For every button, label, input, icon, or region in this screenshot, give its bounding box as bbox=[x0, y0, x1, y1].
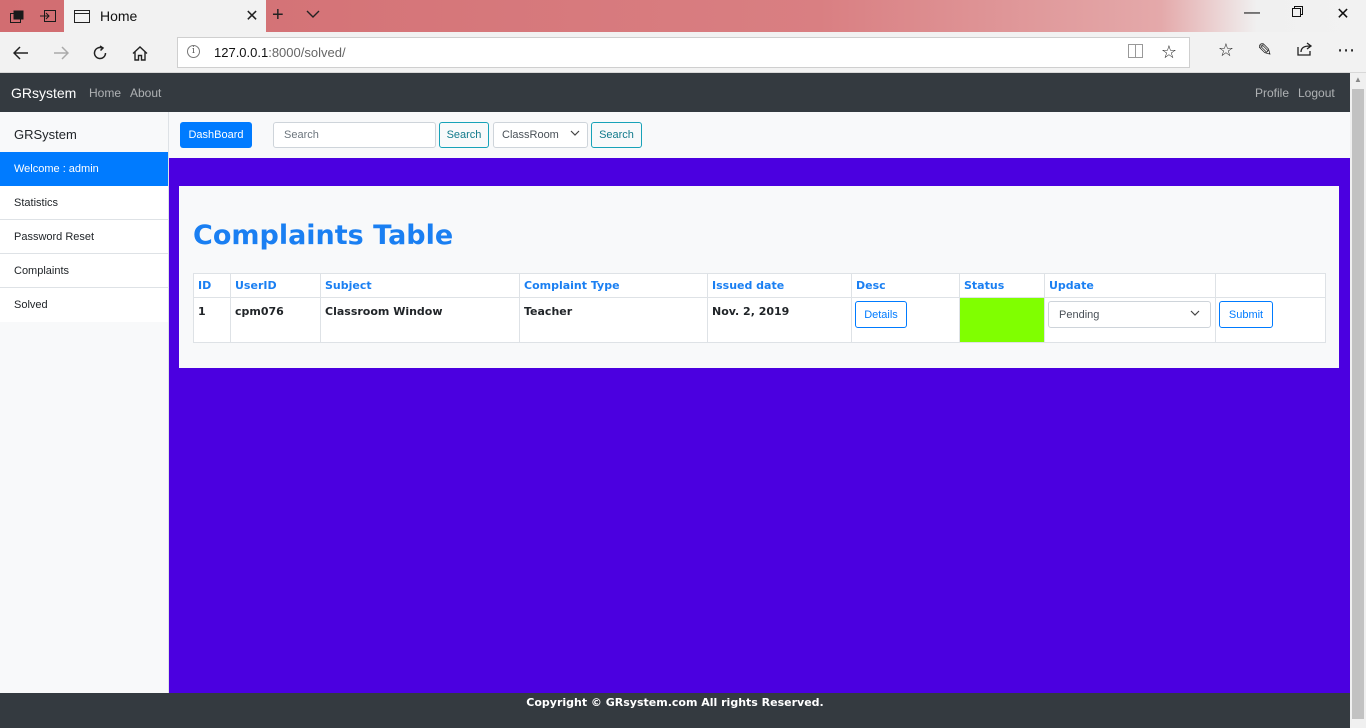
sidebar-item-solved[interactable]: Solved bbox=[0, 288, 168, 322]
restore-icon[interactable] bbox=[1274, 4, 1320, 22]
show-tabs-icon[interactable] bbox=[37, 6, 59, 26]
top-navbar: GRsystem Home About Profile Logout bbox=[0, 73, 1350, 112]
nav-link-about[interactable]: About bbox=[130, 86, 161, 100]
cell-update: Pending bbox=[1044, 297, 1216, 343]
filter-value: ClassRoom bbox=[502, 129, 559, 141]
chevron-down-icon[interactable] bbox=[306, 6, 320, 22]
complaints-table: ID UserID Subject Complaint Type Issued … bbox=[193, 273, 1326, 343]
favorite-star-icon[interactable]: ☆ bbox=[1161, 42, 1177, 63]
close-tab-icon[interactable]: ✕ bbox=[238, 6, 266, 26]
page-icon bbox=[74, 9, 90, 23]
column-header-issued-date: Issued date bbox=[707, 273, 852, 298]
forward-arrow-icon[interactable] bbox=[46, 40, 76, 66]
copyright-text: Copyright © GRsystem.com All rights Rese… bbox=[526, 696, 824, 709]
tab-set-aside-icon[interactable] bbox=[6, 6, 28, 26]
site-info-icon[interactable]: i bbox=[187, 45, 200, 58]
column-header-update: Update bbox=[1044, 273, 1216, 298]
scroll-thumb[interactable] bbox=[1352, 89, 1364, 719]
browser-toolbar: i 127.0.0.1:8000/solved/ ☆ ☆ ✎ ⋯ bbox=[0, 32, 1366, 73]
column-header-status: Status bbox=[959, 273, 1045, 298]
address-bar[interactable]: i 127.0.0.1:8000/solved/ ☆ bbox=[177, 37, 1190, 68]
table-header-row: ID UserID Subject Complaint Type Issued … bbox=[193, 273, 1326, 298]
tab-home[interactable]: Home ✕ bbox=[64, 0, 266, 32]
column-header-userid: UserID bbox=[230, 273, 321, 298]
cell-desc: Details bbox=[851, 297, 960, 343]
dashboard-button[interactable]: DashBoard bbox=[180, 122, 252, 148]
search-button[interactable]: Search bbox=[439, 122, 489, 148]
column-header-subject: Subject bbox=[320, 273, 520, 298]
refresh-icon[interactable] bbox=[85, 40, 115, 66]
status-indicator bbox=[959, 297, 1045, 343]
close-window-icon[interactable]: ✕ bbox=[1320, 4, 1366, 24]
address-url: 127.0.0.1:8000/solved/ bbox=[214, 45, 346, 60]
nav-link-logout[interactable]: Logout bbox=[1298, 86, 1335, 100]
search-input[interactable] bbox=[273, 122, 436, 148]
home-icon[interactable] bbox=[125, 40, 155, 66]
minimize-icon[interactable]: — bbox=[1229, 4, 1275, 22]
page-scrollbar[interactable]: ▲ bbox=[1350, 73, 1366, 728]
cell-subject: Classroom Window bbox=[320, 297, 520, 343]
column-header-desc: Desc bbox=[851, 273, 960, 298]
sidebar-heading: GRSystem bbox=[14, 127, 77, 142]
reading-view-icon[interactable] bbox=[1128, 44, 1143, 61]
chevron-down-icon bbox=[570, 127, 580, 139]
sidebar-item-complaints[interactable]: Complaints bbox=[0, 254, 168, 288]
sidebar: GRSystem Welcome : admin Statistics Pass… bbox=[0, 112, 169, 693]
main-content: Complaints Table ID UserID Subject Compl… bbox=[169, 158, 1350, 693]
filter-search-button[interactable]: Search bbox=[591, 122, 642, 148]
brand-logo[interactable]: GRsystem bbox=[11, 85, 76, 101]
submit-button[interactable]: Submit bbox=[1219, 301, 1273, 328]
column-header-action bbox=[1215, 273, 1326, 298]
column-header-id: ID bbox=[193, 273, 231, 298]
back-arrow-icon[interactable] bbox=[6, 40, 36, 66]
page-toolbar: DashBoard Search ClassRoom Search bbox=[169, 112, 1350, 158]
table-row: 1 cpm076 Classroom Window Teacher Nov. 2… bbox=[193, 297, 1326, 343]
complaints-card: Complaints Table ID UserID Subject Compl… bbox=[179, 186, 1339, 368]
sidebar-item-password-reset[interactable]: Password Reset bbox=[0, 220, 168, 254]
tab-title: Home bbox=[100, 8, 138, 24]
page-title: Complaints Table bbox=[193, 220, 454, 251]
cell-action: Submit bbox=[1215, 297, 1326, 343]
favorites-icon[interactable]: ☆ bbox=[1213, 40, 1239, 61]
scroll-up-icon[interactable]: ▲ bbox=[1350, 75, 1366, 84]
nav-link-profile[interactable]: Profile bbox=[1255, 86, 1289, 100]
sidebar-item-statistics[interactable]: Statistics bbox=[0, 186, 168, 220]
chevron-down-icon bbox=[1190, 307, 1200, 319]
new-tab-icon[interactable]: + bbox=[272, 4, 284, 27]
browser-tab-bar: Home ✕ + — ✕ bbox=[0, 0, 1366, 32]
status-update-select[interactable]: Pending bbox=[1048, 301, 1211, 328]
pen-icon[interactable]: ✎ bbox=[1252, 40, 1278, 61]
details-button[interactable]: Details bbox=[855, 301, 907, 328]
footer: Copyright © GRsystem.com All rights Rese… bbox=[0, 693, 1350, 728]
cell-issued-date: Nov. 2, 2019 bbox=[707, 297, 852, 343]
cell-userid: cpm076 bbox=[230, 297, 321, 343]
cell-id: 1 bbox=[193, 297, 231, 343]
more-options-icon[interactable]: ⋯ bbox=[1333, 40, 1359, 61]
nav-link-home[interactable]: Home bbox=[89, 86, 121, 100]
classroom-filter-select[interactable]: ClassRoom bbox=[493, 122, 588, 148]
status-update-value: Pending bbox=[1059, 309, 1100, 321]
sidebar-item-welcome[interactable]: Welcome : admin bbox=[0, 152, 168, 186]
cell-complaint-type: Teacher bbox=[519, 297, 708, 343]
share-icon[interactable] bbox=[1292, 40, 1318, 61]
column-header-complaint-type: Complaint Type bbox=[519, 273, 708, 298]
